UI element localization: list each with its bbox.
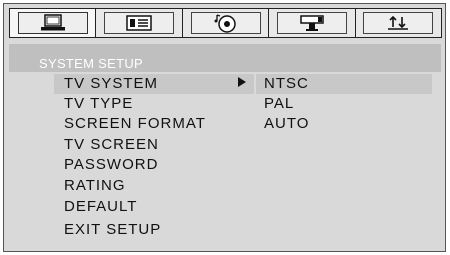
menu-item-rating[interactable]: RATING (54, 176, 126, 196)
disc-icon (213, 13, 239, 33)
monitor-icon (39, 14, 67, 32)
play-arrow-icon (237, 77, 247, 87)
menu-item-default[interactable]: DEFAULT (54, 197, 137, 217)
menu-item-label: SCREEN FORMAT (64, 115, 206, 132)
menu-item-label: PASSWORD (64, 156, 159, 173)
setup-screen: SYSTEM SETUP TV SYSTEM TV TYPE SCREEN FO… (3, 3, 446, 252)
sort-icon (387, 14, 409, 32)
menu-item-tv-type[interactable]: TV TYPE (54, 94, 133, 114)
menu-item-label: TV SCREEN (64, 136, 159, 153)
option-label: NTSC (264, 75, 309, 92)
option-pal[interactable]: PAL (264, 94, 294, 114)
tab-preference-setup[interactable] (354, 8, 443, 38)
tab-inner (104, 12, 175, 34)
tab-system-setup[interactable] (9, 8, 97, 38)
tab-language-setup[interactable] (95, 8, 183, 38)
tab-inner (363, 12, 434, 34)
tab-audio-setup[interactable] (181, 8, 270, 38)
page-title: SYSTEM SETUP (39, 56, 144, 71)
option-label: AUTO (264, 115, 310, 132)
menu-item-label: DEFAULT (64, 198, 138, 215)
menu-item-password[interactable]: PASSWORD (54, 155, 158, 175)
tab-inner (17, 12, 88, 34)
speaker-icon (298, 14, 326, 32)
option-ntsc[interactable]: NTSC (256, 74, 432, 94)
menu-item-label: TV TYPE (64, 95, 134, 112)
menu-item-screen-format[interactable]: SCREEN FORMAT (54, 114, 206, 134)
menu-item-exit-setup[interactable]: EXIT SETUP (54, 220, 161, 240)
menu-item-tv-system[interactable]: TV SYSTEM (54, 74, 254, 94)
menu-item-label: TV SYSTEM (64, 75, 159, 92)
tab-video-setup[interactable] (268, 8, 356, 38)
keypad-icon (126, 14, 152, 32)
tab-inner (276, 12, 347, 34)
menu-item-label: RATING (64, 177, 126, 194)
menu-item-tv-screen[interactable]: TV SCREEN (54, 135, 159, 155)
option-label: PAL (264, 95, 295, 112)
section-header: SYSTEM SETUP (9, 44, 441, 72)
setup-menu: TV SYSTEM TV TYPE SCREEN FORMAT TV SCREE… (9, 72, 441, 252)
option-auto[interactable]: AUTO (264, 114, 309, 134)
menu-item-label: EXIT SETUP (64, 221, 162, 238)
tab-bar (9, 8, 443, 38)
tab-inner (190, 12, 261, 34)
